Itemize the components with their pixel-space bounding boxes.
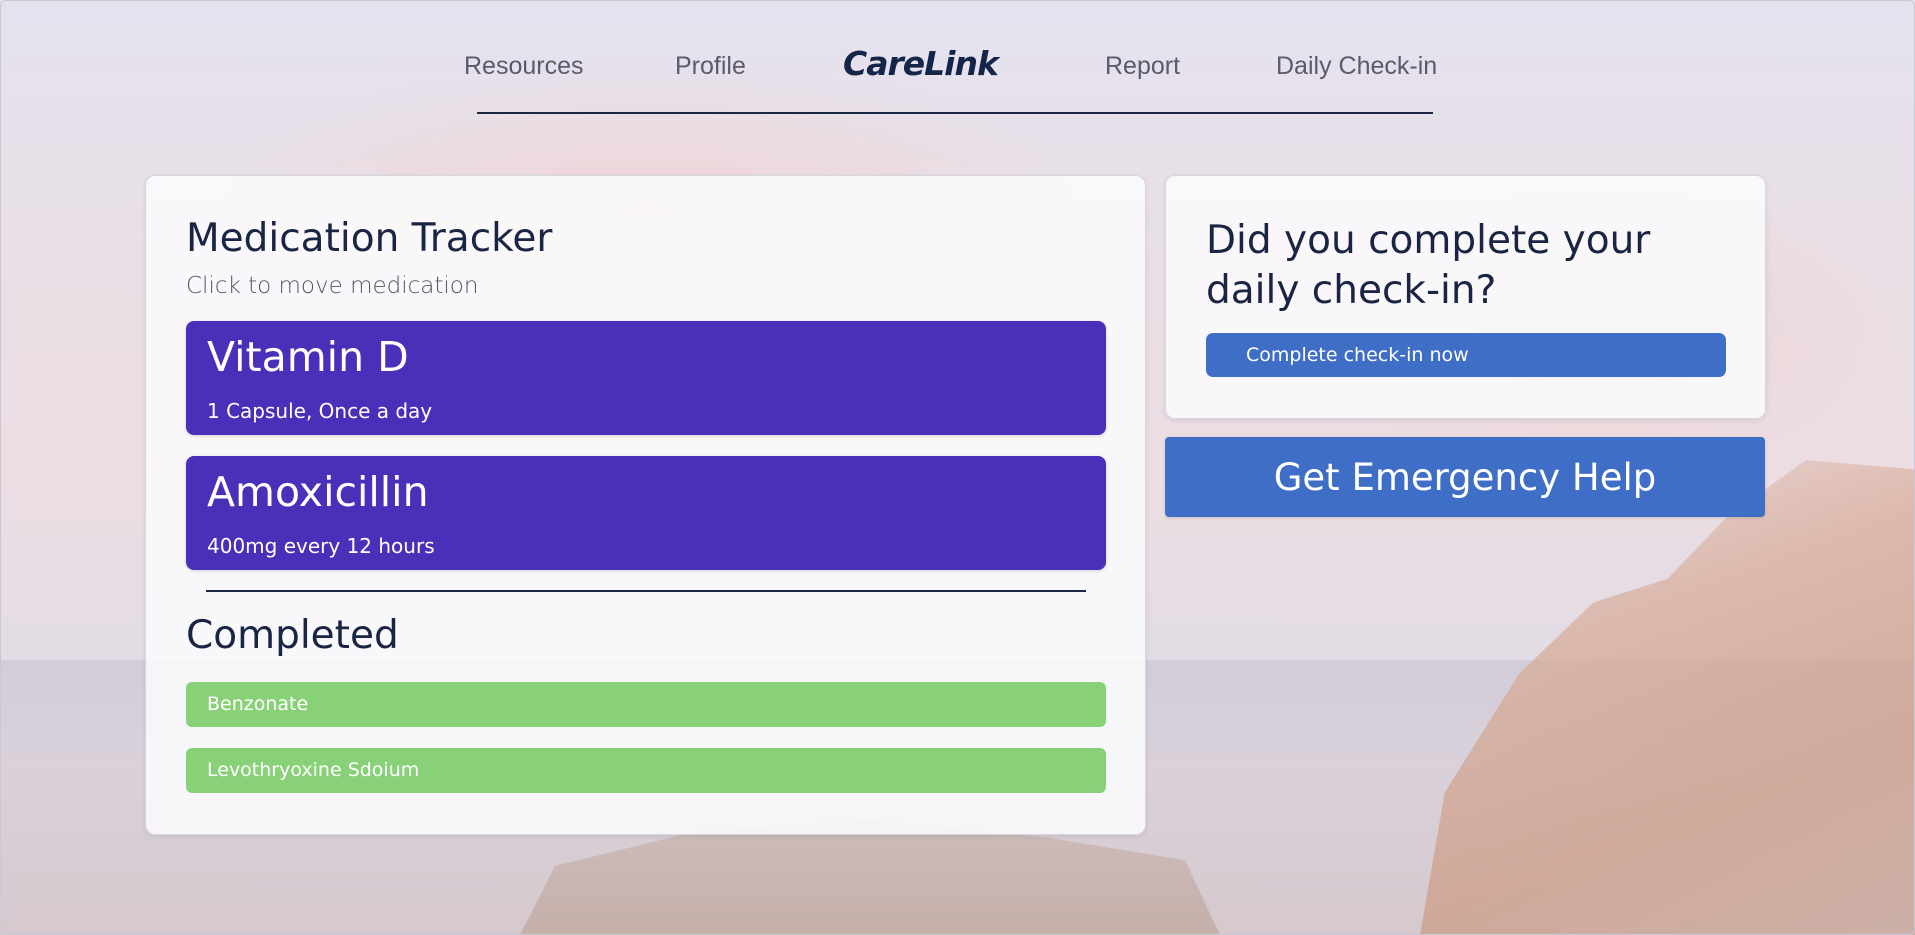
medication-item-vitamin-d[interactable]: Vitamin D 1 Capsule, Once a day: [186, 321, 1106, 435]
medication-name: Vitamin D: [207, 333, 409, 381]
emergency-help-button[interactable]: Get Emergency Help: [1165, 437, 1765, 517]
completed-title: Completed: [186, 613, 399, 658]
medication-item-amoxicillin[interactable]: Amoxicillin 400mg every 12 hours: [186, 456, 1106, 570]
nav-underline: [477, 112, 1433, 114]
page: Resources Profile CareLink Report Daily …: [0, 0, 1915, 935]
brand-logo[interactable]: CareLink: [843, 44, 999, 83]
nav-link-report[interactable]: Report: [1105, 52, 1180, 81]
medication-dose: 400mg every 12 hours: [207, 534, 435, 558]
tracker-subtitle: Click to move medication: [186, 273, 479, 299]
daily-check-in-card: Did you complete your daily check-in? Co…: [1165, 175, 1766, 419]
check-in-question: Did you complete your daily check-in?: [1206, 218, 1651, 313]
top-navigation: Resources Profile CareLink Report Daily …: [0, 0, 1915, 120]
medication-tracker-card: Medication Tracker Click to move medicat…: [145, 175, 1146, 835]
complete-check-in-button[interactable]: Complete check-in now: [1206, 333, 1726, 377]
nav-link-profile[interactable]: Profile: [675, 52, 746, 81]
completed-item-label: Benzonate: [207, 693, 309, 715]
section-divider: [206, 590, 1086, 592]
medication-name: Amoxicillin: [207, 468, 429, 516]
medication-dose: 1 Capsule, Once a day: [207, 399, 433, 423]
nav-link-daily-check-in[interactable]: Daily Check-in: [1276, 52, 1437, 81]
nav-link-resources[interactable]: Resources: [464, 52, 584, 81]
completed-item-benzonate[interactable]: Benzonate: [186, 682, 1106, 727]
completed-item-label: Levothryoxine Sdoium: [207, 759, 420, 781]
tracker-title: Medication Tracker: [186, 216, 553, 261]
completed-item-levothryoxine[interactable]: Levothryoxine Sdoium: [186, 748, 1106, 793]
